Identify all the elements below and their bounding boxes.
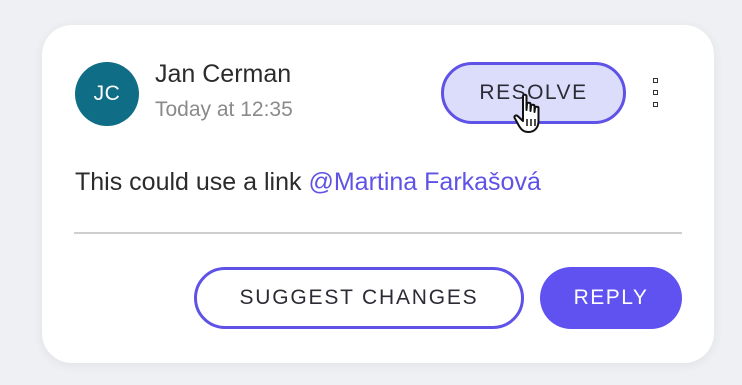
more-options-button[interactable]: [646, 75, 666, 111]
comment-card: JC Jan Cerman Today at 12:35 RESOLVE Thi…: [42, 25, 714, 363]
avatar-initials: JC: [93, 82, 121, 105]
reply-button-label: REPLY: [573, 286, 649, 309]
comment-timestamp: Today at 12:35: [155, 98, 293, 121]
comment-body: This could use a link: [75, 168, 302, 196]
suggest-changes-button[interactable]: SUGGEST CHANGES: [194, 267, 524, 329]
suggest-changes-label: SUGGEST CHANGES: [239, 286, 479, 309]
resolve-button[interactable]: RESOLVE: [441, 62, 626, 124]
divider: [74, 232, 682, 234]
author-name: Jan Cerman: [155, 60, 292, 88]
more-vertical-icon-dot: [653, 102, 658, 107]
comment-text: This could use a link @Martina Farkašová: [75, 167, 541, 197]
more-vertical-icon-dot: [653, 90, 658, 95]
user-mention-link[interactable]: @Martina Farkašová: [308, 168, 540, 196]
avatar: JC: [75, 62, 139, 126]
more-vertical-icon: [653, 78, 658, 83]
reply-button[interactable]: REPLY: [540, 267, 682, 329]
resolve-button-label: RESOLVE: [479, 81, 588, 104]
